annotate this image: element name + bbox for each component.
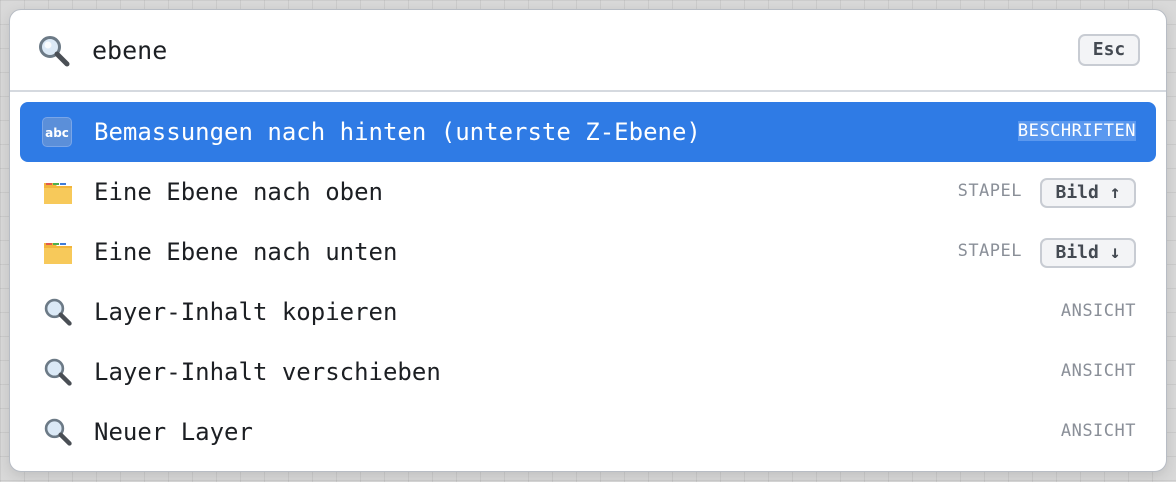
magnifier-icon <box>44 418 72 446</box>
result-row-ebene-unten[interactable]: Eine Ebene nach unten STAPEL Bild ↓ <box>20 222 1156 282</box>
result-label: Bemassungen nach hinten (unterste Z-Eben… <box>94 118 701 146</box>
search-bar: Esc <box>10 10 1166 92</box>
shortcut-badge: Bild ↑ <box>1040 178 1136 208</box>
result-row-bemassungen[interactable]: abc Bemassungen nach hinten (unterste Z-… <box>20 102 1156 162</box>
result-category: STAPEL <box>957 181 1022 201</box>
result-category: STAPEL <box>957 241 1022 261</box>
result-label: Layer-Inhalt verschieben <box>94 358 441 386</box>
result-row-ebene-oben[interactable]: Eine Ebene nach oben STAPEL Bild ↑ <box>20 162 1156 222</box>
result-row-neuer-layer[interactable]: Neuer Layer ANSICHT <box>20 402 1156 462</box>
abc-icon: abc <box>42 117 72 147</box>
result-category: ANSICHT <box>1060 301 1136 321</box>
magnifier-icon <box>44 358 72 386</box>
folder-icon <box>44 183 72 204</box>
magnifier-icon <box>44 298 72 326</box>
search-input[interactable] <box>92 30 992 70</box>
magnifier-icon <box>39 36 70 67</box>
result-category: ANSICHT <box>1060 361 1136 381</box>
esc-key-hint[interactable]: Esc <box>1078 34 1140 66</box>
result-label: Eine Ebene nach unten <box>94 238 398 266</box>
result-label: Neuer Layer <box>94 418 253 446</box>
result-category: BESCHRIFTEN <box>1017 121 1136 141</box>
result-label: Layer-Inhalt kopieren <box>94 298 398 326</box>
shortcut-badge: Bild ↓ <box>1040 238 1136 268</box>
folder-icon <box>44 243 72 264</box>
result-category: ANSICHT <box>1060 421 1136 441</box>
command-palette: Esc abc Bemassungen nach hinten (unterst… <box>9 9 1167 472</box>
result-row-layer-kopieren[interactable]: Layer-Inhalt kopieren ANSICHT <box>20 282 1156 342</box>
result-row-layer-verschieben[interactable]: Layer-Inhalt verschieben ANSICHT <box>20 342 1156 402</box>
result-label: Eine Ebene nach oben <box>94 178 383 206</box>
